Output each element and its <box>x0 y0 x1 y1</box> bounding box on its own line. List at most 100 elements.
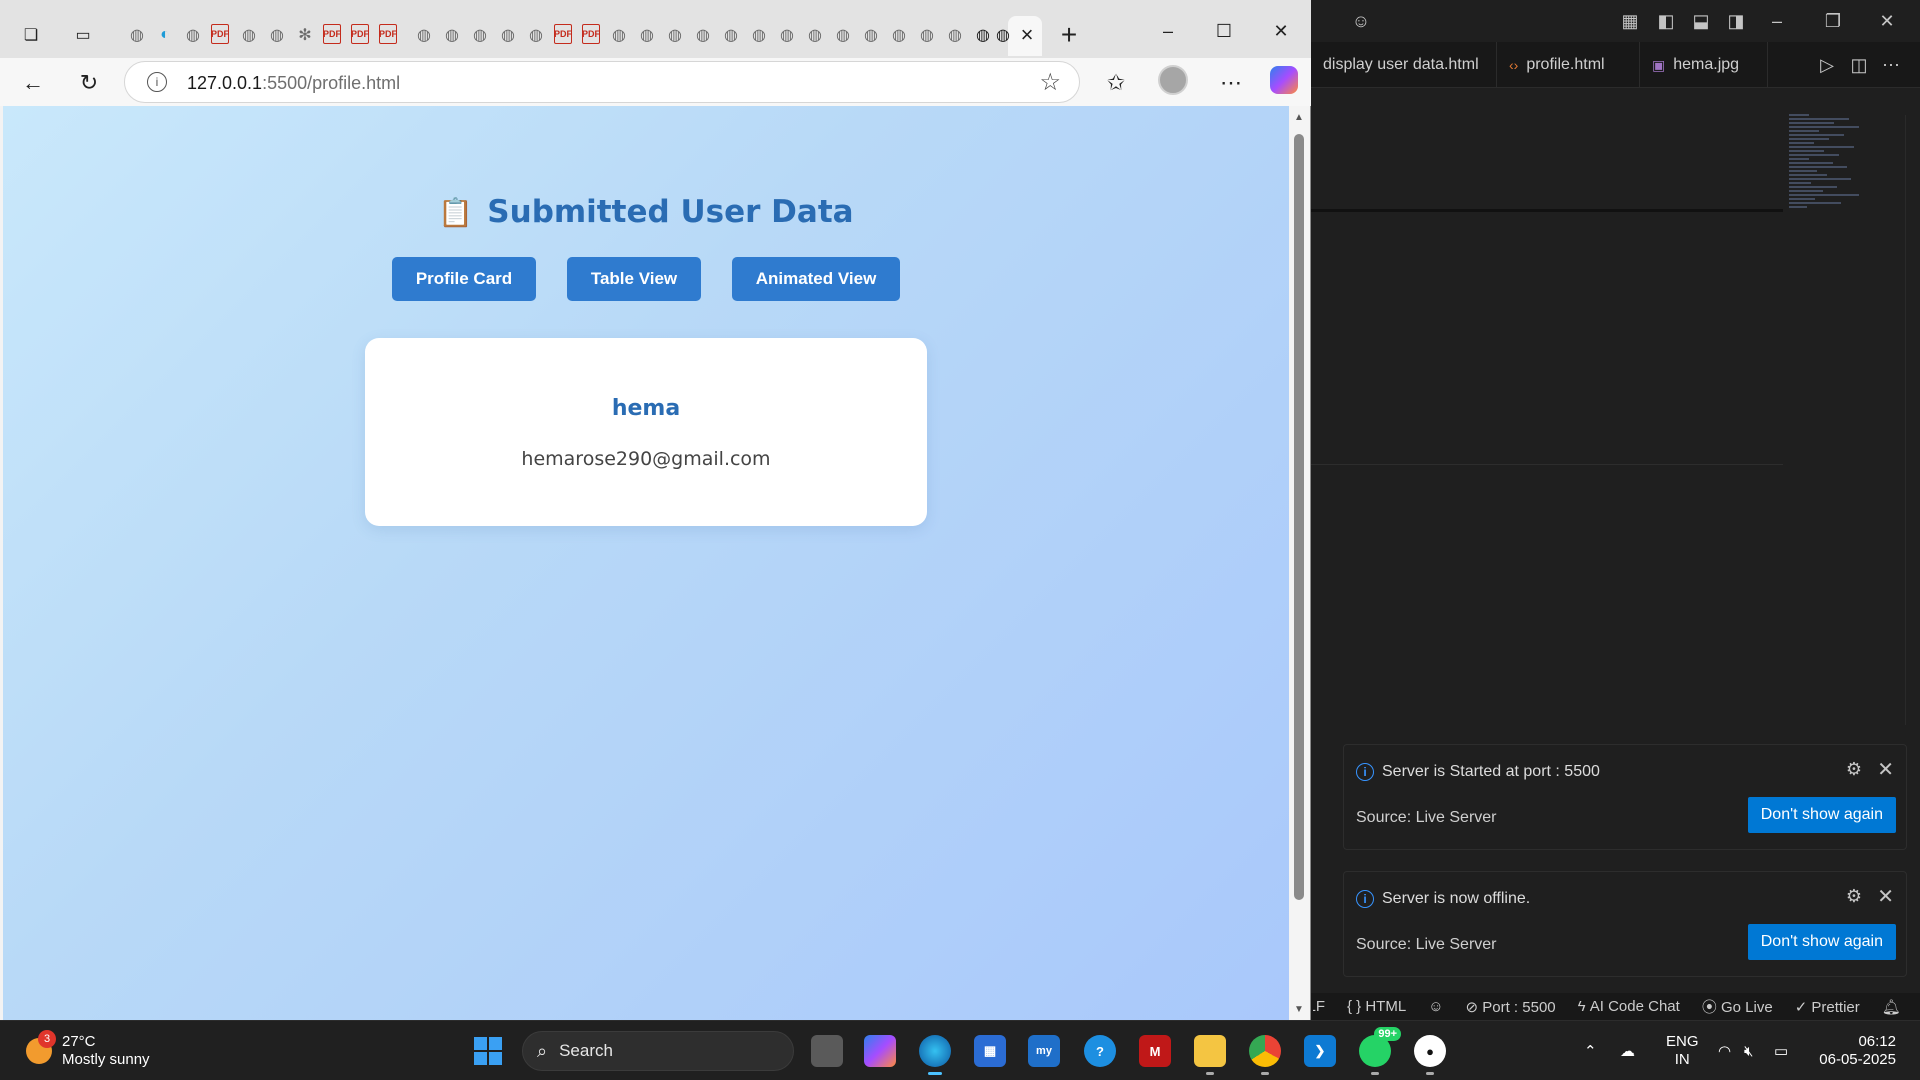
address-bar[interactable]: i 127.0.0.1:5500/profile.html ☆ <box>124 61 1080 103</box>
gear-icon[interactable]: ⚙ <box>1846 886 1862 907</box>
edge-app-icon[interactable] <box>919 1035 951 1075</box>
site-info-icon[interactable]: i <box>147 72 167 92</box>
tab-profile-html[interactable]: ‹› profile.html <box>1497 42 1640 88</box>
scrollbar-thumb[interactable] <box>1294 134 1304 900</box>
table-view-button[interactable]: Table View <box>567 257 701 301</box>
toggle-primary-sidebar-icon[interactable]: ◧ <box>1652 7 1680 35</box>
run-icon[interactable]: ▷ <box>1813 51 1841 79</box>
close-icon[interactable]: ✕ <box>1258 14 1304 48</box>
favorite-star-icon[interactable]: ☆ <box>1039 68 1061 97</box>
close-icon[interactable]: ✕ <box>1873 7 1901 35</box>
new-tab-button[interactable]: + <box>1058 19 1080 50</box>
split-editor-icon[interactable]: ◫ <box>1845 51 1873 79</box>
close-icon[interactable]: ✕ <box>1877 884 1894 909</box>
microsoft-store-icon[interactable]: ▦ <box>974 1035 1006 1067</box>
taskbar-clock[interactable]: 06:12 06-05-2025 <box>1812 1033 1896 1069</box>
tab-globe-icon[interactable]: ◍ <box>916 24 938 46</box>
weather-widget[interactable]: 3 27°C Mostly sunny <box>26 1030 150 1069</box>
tab-globe-icon[interactable]: ◍ <box>720 24 742 46</box>
tab-globe-icon[interactable]: ◍ <box>888 24 910 46</box>
page-scrollbar[interactable]: ▲ ▼ <box>1290 106 1310 1020</box>
tab-pdf-icon[interactable]: PDF <box>379 24 397 44</box>
tab-globe-icon[interactable]: ◍ <box>497 24 519 46</box>
restore-icon[interactable]: ❐ <box>1819 7 1847 35</box>
tab-pdf-icon[interactable]: PDF <box>351 24 369 44</box>
tab-globe-icon[interactable]: ◍ <box>972 24 994 46</box>
minimap[interactable] <box>1789 112 1879 322</box>
tab-globe-icon[interactable]: ◍ <box>636 24 658 46</box>
customize-layout-icon[interactable]: ▦ <box>1616 7 1644 35</box>
help-app-icon[interactable]: ? <box>1084 1035 1116 1067</box>
tab-close-icon[interactable]: × <box>1016 22 1038 47</box>
bell-icon[interactable]: 🔔︎ <box>1882 998 1901 1016</box>
tab-display-user-data[interactable]: display user data.html <box>1311 42 1497 88</box>
taskbar-search[interactable]: ⌕ Search <box>522 1031 794 1071</box>
tab-globe-icon[interactable]: ◍ <box>469 24 491 46</box>
status-eol[interactable]: LF <box>1313 998 1325 1015</box>
language-indicator[interactable]: ENG IN <box>1666 1021 1699 1080</box>
onedrive-icon[interactable]: ☁ <box>1620 1021 1635 1080</box>
tab-globe-icon[interactable]: ◍ <box>126 24 148 46</box>
chrome-icon[interactable] <box>1249 1035 1281 1075</box>
mcafee-icon[interactable]: M <box>1139 1035 1171 1067</box>
workspaces-icon[interactable]: ❏ <box>20 24 42 46</box>
tab-edge-icon[interactable]: ◐ <box>154 24 176 46</box>
dont-show-again-button[interactable]: Don't show again <box>1747 924 1896 960</box>
gear-icon[interactable]: ⚙ <box>1846 759 1862 780</box>
tab-pdf-icon[interactable]: PDF <box>582 24 600 44</box>
scroll-down-icon[interactable]: ▼ <box>1294 1004 1304 1015</box>
tab-globe-icon[interactable]: ◍ <box>944 24 966 46</box>
volume-muted-icon[interactable]: 🔇︎ <box>1744 1021 1753 1080</box>
copilot-icon[interactable]: ☺ <box>1347 7 1375 35</box>
address-text[interactable]: 127.0.0.1:5500/profile.html <box>187 73 400 94</box>
refresh-button[interactable]: ↻ <box>72 66 106 100</box>
tab-globe-icon[interactable]: ◍ <box>608 24 630 46</box>
tab-globe-icon[interactable]: ◍ <box>266 24 288 46</box>
task-view-icon[interactable] <box>811 1035 843 1067</box>
dont-show-again-button[interactable]: Don't show again <box>1747 797 1896 833</box>
mylic-app-icon[interactable]: my <box>1028 1035 1060 1067</box>
wifi-icon[interactable]: ◠ <box>1718 1021 1731 1080</box>
tab-pdf-icon[interactable]: PDF <box>211 24 229 44</box>
toggle-panel-icon[interactable]: ⬓ <box>1687 7 1715 35</box>
toggle-secondary-sidebar-icon[interactable]: ◨ <box>1722 7 1750 35</box>
whatsapp-icon[interactable]: 99+ <box>1359 1027 1401 1075</box>
minimize-icon[interactable]: – <box>1763 7 1791 35</box>
copilot-app-icon[interactable] <box>864 1035 896 1067</box>
animated-view-button[interactable]: Animated View <box>732 257 900 301</box>
back-button[interactable]: ← <box>16 66 50 100</box>
status-ai-code-chat[interactable]: ϟ AI Code Chat <box>1578 998 1680 1015</box>
tab-globe-icon[interactable]: ◍ <box>804 24 826 46</box>
battery-icon[interactable]: ▭ <box>1774 1021 1788 1080</box>
copilot-status-icon[interactable]: ☺ <box>1428 998 1443 1015</box>
status-language[interactable]: { } HTML <box>1347 998 1406 1015</box>
tab-globe-icon[interactable]: ◍ <box>776 24 798 46</box>
windows-start-icon[interactable] <box>474 1037 502 1065</box>
profile-card-button[interactable]: Profile Card <box>392 257 536 301</box>
tab-actions-icon[interactable]: ▭ <box>72 24 94 46</box>
show-hidden-icons[interactable]: ⌃ <box>1584 1021 1597 1080</box>
tab-globe-icon[interactable]: ◍ <box>525 24 547 46</box>
vscode-icon[interactable]: ❯ <box>1304 1035 1336 1067</box>
tab-globe-icon[interactable]: ◍ <box>692 24 714 46</box>
more-actions-icon[interactable]: ⋯ <box>1877 51 1905 79</box>
tab-globe-icon[interactable]: ◍ <box>238 24 260 46</box>
tab-globe-icon[interactable]: ◍ <box>413 24 435 46</box>
tab-hema-jpg[interactable]: ▣ hema.jpg <box>1640 42 1768 88</box>
tab-globe-icon[interactable]: ◍ <box>664 24 686 46</box>
status-prettier[interactable]: ✓ Prettier <box>1795 998 1860 1016</box>
favorites-icon[interactable]: ✩ <box>1099 66 1133 100</box>
file-explorer-icon[interactable] <box>1194 1035 1226 1075</box>
minimize-icon[interactable]: – <box>1145 14 1191 48</box>
status-port[interactable]: ⊘ Port : 5500 <box>1466 998 1556 1016</box>
more-menu-icon[interactable]: ⋯ <box>1214 66 1248 100</box>
status-go-live[interactable]: ⦿ Go Live <box>1702 996 1773 1017</box>
close-icon[interactable]: ✕ <box>1877 757 1894 782</box>
copilot-icon[interactable] <box>1270 66 1298 94</box>
tab-settings-icon[interactable]: ✻ <box>294 24 316 46</box>
tab-globe-icon[interactable]: ◍ <box>748 24 770 46</box>
tab-pdf-icon[interactable]: PDF <box>323 24 341 44</box>
tab-globe-icon[interactable]: ◍ <box>860 24 882 46</box>
tab-globe-icon[interactable]: ◍ <box>441 24 463 46</box>
profile-avatar[interactable] <box>1158 65 1188 95</box>
